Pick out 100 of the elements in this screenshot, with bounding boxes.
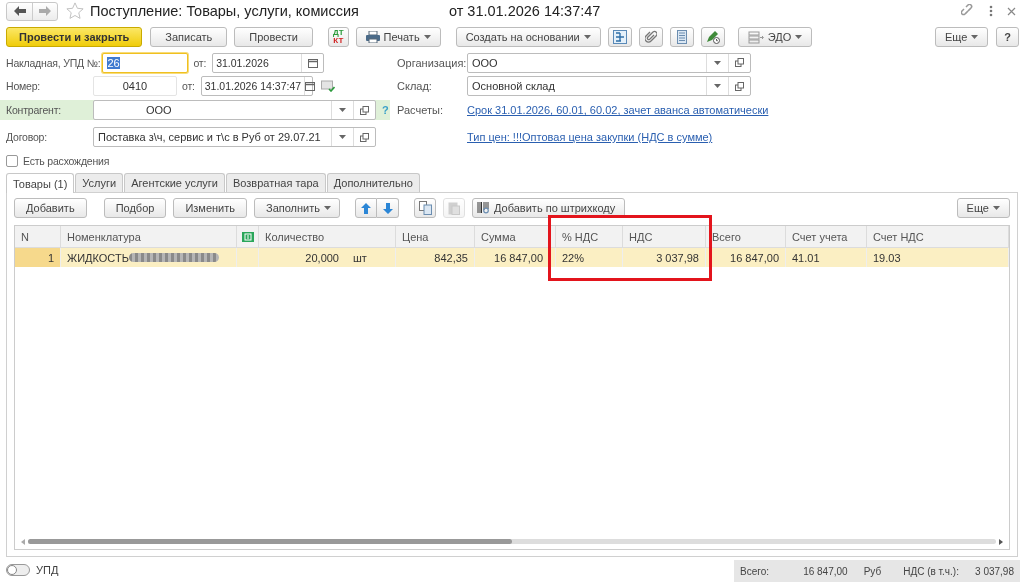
barcode-icon: [477, 202, 490, 214]
stack-icon: [747, 30, 764, 44]
column-header[interactable]: Всего: [706, 226, 786, 248]
fill-menu-button[interactable]: Заполнить: [254, 198, 340, 218]
column-header[interactable]: НДС: [623, 226, 706, 248]
table-cell: 16 847,00: [494, 251, 543, 264]
settlements-link[interactable]: Срок 31.01.2026, 60.01, 60.02, зачет аванса автоматически: [467, 104, 769, 116]
field-label: Организация:: [397, 56, 467, 69]
tab[interactable]: Агентские услуги: [124, 173, 225, 192]
caret-icon: [714, 84, 721, 88]
invoice-number-field[interactable]: 26: [102, 52, 189, 73]
field-value: Основной склад: [471, 79, 556, 94]
column-header[interactable]: [237, 226, 259, 248]
column-header[interactable]: Цена: [396, 226, 475, 248]
toggle-switch[interactable]: [6, 564, 30, 576]
warehouse-field[interactable]: Основной склад: [467, 76, 751, 96]
tab[interactable]: Возвратная тара: [225, 173, 326, 192]
document-check-icon[interactable]: [320, 80, 335, 92]
caret-icon: [993, 206, 1000, 210]
field-label: Номер:: [6, 80, 42, 92]
tab[interactable]: Товары (1): [6, 173, 75, 193]
pen-clock-icon: [705, 30, 720, 44]
column-header[interactable]: Количество: [259, 226, 396, 248]
price-type-link[interactable]: Тип цен: !!!Оптовая цена закупки (НДС в сумме): [467, 131, 713, 143]
copy-button[interactable]: [414, 198, 436, 218]
left-arrow-icon: [13, 6, 26, 16]
toolbar-button[interactable]: [700, 27, 725, 47]
toolbar-button[interactable]: Записать: [150, 27, 228, 47]
credit-label: КТ: [333, 37, 344, 45]
more-menu-button[interactable]: Еще: [934, 27, 989, 47]
table-cell: 1: [15, 248, 61, 267]
table-button[interactable]: Добавить: [14, 198, 87, 218]
menu-button[interactable]: ЭДО: [737, 27, 813, 47]
open-icon: [360, 105, 369, 115]
date-value: 31.01.2026: [215, 55, 270, 71]
more-menu-button[interactable]: Еще: [956, 198, 1010, 218]
column-header[interactable]: % НДС: [556, 226, 623, 248]
contract-field[interactable]: Поставка з\ч, сервис и т\с в Руб от 29.07.21: [93, 127, 376, 147]
checkbox-label: Есть расхождения: [23, 155, 111, 167]
close-icon[interactable]: [1007, 6, 1016, 16]
help-button[interactable]: ?: [996, 27, 1019, 47]
number-field[interactable]: 0410: [93, 76, 177, 96]
table-cell: 16 847,00: [730, 251, 779, 264]
toolbar-button[interactable]: Провести: [234, 27, 313, 47]
table-cell-text: шт: [353, 251, 368, 264]
horizontal-scrollbar[interactable]: [21, 537, 1003, 546]
table-cell: 3 037,98: [656, 251, 699, 264]
caret-icon: [971, 35, 979, 39]
toolbar-button[interactable]: [638, 27, 663, 47]
counterparty-field[interactable]: ООО: [93, 100, 376, 120]
banknote-icon: [241, 231, 254, 242]
total-label: НДС (в т.ч.):: [903, 565, 959, 577]
move-down-button[interactable]: [377, 198, 399, 218]
open-icon: [735, 81, 744, 91]
caret-icon: [583, 35, 591, 39]
checkbox[interactable]: [6, 155, 18, 167]
toolbar-button[interactable]: [607, 27, 632, 47]
caret-icon: [324, 206, 331, 210]
open-icon: [360, 132, 369, 142]
caret-icon: [423, 35, 431, 39]
down-arrow-icon: [382, 202, 393, 214]
journal-entries-button[interactable]: ДТ КТ: [328, 27, 349, 47]
column-header[interactable]: Счет НДС: [867, 226, 1009, 248]
currency-label: Руб: [863, 565, 882, 577]
right-arrow-icon: [39, 6, 51, 16]
date-field[interactable]: 31.01.2026: [212, 52, 325, 73]
caret-icon: [339, 135, 346, 139]
window-title: Поступление: Товары, услуги, комиссия: [90, 3, 359, 19]
tab[interactable]: Дополнительно: [326, 173, 420, 192]
clipboard-icon: [448, 201, 460, 215]
caret-icon: [339, 108, 346, 112]
field-label: от:: [193, 56, 208, 69]
tab[interactable]: Услуги: [75, 173, 124, 192]
column-header[interactable]: Номенклатура: [61, 226, 237, 248]
table-button[interactable]: Изменить: [173, 198, 247, 218]
date-field[interactable]: 31.01.2026 14:37:47: [200, 76, 313, 96]
caret-icon: [714, 60, 721, 65]
table-cell: 842,35: [434, 251, 468, 264]
toolbar-button[interactable]: [669, 27, 694, 47]
field-label: Договор:: [6, 131, 48, 143]
table-row[interactable]: 1 ЖИДКОСТЬ 20,000 шт 842,35 16 847,00 22% 3 037,98 16 847,00 41.01 19.03: [15, 248, 1009, 267]
move-up-button[interactable]: [355, 198, 377, 218]
menu-button[interactable]: Печать: [355, 27, 441, 47]
column-header[interactable]: N: [15, 226, 61, 248]
more-icon[interactable]: [989, 5, 993, 17]
field-label: Контрагент:: [6, 104, 62, 116]
star-icon[interactable]: [66, 2, 84, 20]
field-value: ООО: [145, 103, 173, 118]
table-button[interactable]: Подбор: [103, 198, 167, 218]
field-label: Склад:: [397, 80, 433, 92]
barcode-button[interactable]: Добавить по штрихкоду: [472, 198, 626, 218]
column-header[interactable]: Сумма: [475, 226, 556, 248]
field-label: Накладная, УПД №:: [6, 56, 102, 69]
link-icon[interactable]: [961, 4, 975, 18]
menu-button[interactable]: Создать на основании: [455, 27, 601, 47]
total-value: 3 037,98: [974, 565, 1014, 577]
organization-field[interactable]: ООО: [467, 52, 751, 73]
post-and-close-button[interactable]: Провести и закрыть: [6, 27, 143, 47]
field-value: Поставка з\ч, сервис и т\с в Руб от 29.07.21: [97, 130, 322, 145]
column-header[interactable]: Счет учета: [786, 226, 867, 248]
